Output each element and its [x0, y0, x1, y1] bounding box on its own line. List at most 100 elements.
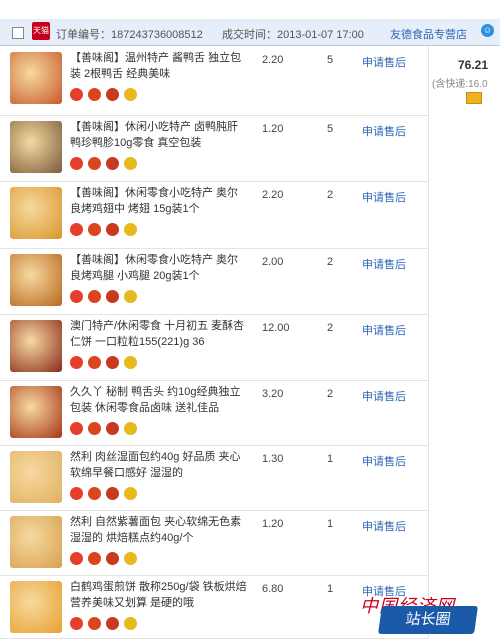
- product-thumbnail[interactable]: [10, 52, 62, 104]
- product-thumbnail[interactable]: [10, 254, 62, 306]
- product-title[interactable]: 久久丫 秘制 鸭舌头 约10g经典独立包装 休闲零食品卤味 送礼佳品: [70, 384, 248, 416]
- bonus-points-icon: [124, 88, 137, 101]
- order-item-row: 【善味阁】温州特产 酱鸭舌 独立包装 2根鸭舌 经典美味 2.20 5 申请售后: [0, 46, 428, 116]
- authentic-icon: [88, 356, 101, 369]
- column-divider: [428, 46, 429, 638]
- guarantee-icon: [70, 487, 83, 500]
- seven-day-return-icon: [106, 552, 119, 565]
- unit-price: 12.00: [262, 322, 290, 334]
- order-header: 天猫 订单编号：187243736008512 成交时间：2013-01-07 …: [0, 19, 500, 46]
- unit-price: 2.20: [262, 54, 284, 66]
- service-badges: [70, 487, 142, 501]
- order-item-row: 【善味阁】休闲小吃特产 卤鸭肫肝鸭珍鸭胗10g零食 真空包装 1.20 5 申请售后: [0, 115, 428, 182]
- order-time: 成交时间：2013-01-07 17:00: [222, 29, 364, 41]
- order-number: 订单编号：187243736008512: [56, 29, 203, 41]
- bonus-points-icon: [124, 290, 137, 303]
- order-item-row: 澳门特产/休闲零食 十月初五 麦酥杏仁饼 一口粒粒155(221)g 36 12.…: [0, 314, 428, 381]
- after-sale-link[interactable]: 申请售后: [362, 256, 406, 272]
- after-sale-link[interactable]: 申请售后: [362, 453, 406, 469]
- product-title[interactable]: 【善味阁】温州特产 酱鸭舌 独立包装 2根鸭舌 经典美味: [70, 50, 248, 82]
- authentic-icon: [88, 422, 101, 435]
- product-title[interactable]: 【善味阁】休闲小吃特产 卤鸭肫肝鸭珍鸭胗10g零食 真空包装: [70, 119, 248, 151]
- bonus-points-icon: [124, 356, 137, 369]
- product-thumbnail[interactable]: [10, 581, 62, 633]
- guarantee-icon: [70, 422, 83, 435]
- service-badges: [70, 157, 142, 171]
- product-title[interactable]: 白鹤鸡蛋煎饼 散称250g/袋 铁板烘焙 营养美味又划算 是硬的哦: [70, 579, 248, 611]
- seven-day-return-icon: [106, 290, 119, 303]
- service-badges: [70, 422, 142, 436]
- product-title[interactable]: 然利 自然紫薯面包 夹心软绵无色素 湿湿的 烘焙糕点约40g/个: [70, 514, 248, 546]
- product-title[interactable]: 澳门特产/休闲零食 十月初五 麦酥杏仁饼 一口粒粒155(221)g 36: [70, 318, 248, 350]
- product-thumbnail[interactable]: [10, 386, 62, 438]
- quantity: 2: [327, 322, 334, 334]
- quantity: 1: [327, 518, 334, 530]
- service-badges: [70, 223, 142, 237]
- unit-price: 3.20: [262, 388, 284, 400]
- authentic-icon: [88, 290, 101, 303]
- seven-day-return-icon: [106, 487, 119, 500]
- service-badges: [70, 617, 142, 631]
- unit-price: 6.80: [262, 583, 284, 595]
- product-thumbnail[interactable]: [10, 320, 62, 372]
- shipping-note: (含快递:16.0: [432, 79, 488, 90]
- quantity: 1: [327, 583, 334, 595]
- order-total: 76.21: [458, 58, 489, 72]
- quantity: 2: [327, 189, 334, 201]
- after-sale-link[interactable]: 申请售后: [362, 322, 406, 338]
- seven-day-return-icon: [106, 157, 119, 170]
- bonus-points-icon: [124, 487, 137, 500]
- wangwang-icon[interactable]: ☺: [481, 24, 494, 37]
- payment-card-icon: [466, 92, 482, 104]
- seven-day-return-icon: [106, 88, 119, 101]
- product-title[interactable]: 然利 肉丝湿面包约40g 好品质 夹心软绵早餐口感好 湿湿的: [70, 449, 248, 481]
- unit-price: 2.00: [262, 256, 284, 268]
- after-sale-link[interactable]: 申请售后: [362, 54, 406, 70]
- service-badges: [70, 356, 142, 370]
- quantity: 2: [327, 388, 334, 400]
- after-sale-link[interactable]: 申请售后: [362, 123, 406, 139]
- authentic-icon: [88, 88, 101, 101]
- unit-price: 2.20: [262, 189, 284, 201]
- product-thumbnail[interactable]: [10, 516, 62, 568]
- unit-price: 1.30: [262, 453, 284, 465]
- guarantee-icon: [70, 157, 83, 170]
- order-item-row: 【善味阁】休闲零食小吃特产 奥尔良烤鸡翅中 烤翅 15g装1个 2.20 2 申请售后: [0, 181, 428, 249]
- seven-day-return-icon: [106, 422, 119, 435]
- order-checkbox[interactable]: [12, 27, 24, 39]
- unit-price: 1.20: [262, 123, 284, 135]
- product-thumbnail[interactable]: [10, 451, 62, 503]
- authentic-icon: [88, 223, 101, 236]
- product-thumbnail[interactable]: [10, 187, 62, 239]
- seven-day-return-icon: [106, 223, 119, 236]
- authentic-icon: [88, 552, 101, 565]
- bonus-points-icon: [124, 223, 137, 236]
- guarantee-icon: [70, 223, 83, 236]
- after-sale-link[interactable]: 申请售后: [362, 189, 406, 205]
- authentic-icon: [88, 487, 101, 500]
- order-item-row: 然利 自然紫薯面包 夹心软绵无色素 湿湿的 烘焙糕点约40g/个 1.20 1 申请售…: [0, 510, 428, 576]
- product-thumbnail[interactable]: [10, 121, 62, 173]
- service-badges: [70, 88, 142, 102]
- product-title[interactable]: 【善味阁】休闲零食小吃特产 奥尔良烤鸡翅中 烤翅 15g装1个: [70, 185, 248, 217]
- after-sale-link[interactable]: 申请售后: [362, 518, 406, 534]
- service-badges: [70, 290, 142, 304]
- bonus-points-icon: [124, 422, 137, 435]
- service-badges: [70, 552, 142, 566]
- product-title[interactable]: 【善味阁】休闲零食小吃特产 奥尔良烤鸡腿 小鸡腿 20g装1个: [70, 252, 248, 284]
- order-item-row: 【善味阁】休闲零食小吃特产 奥尔良烤鸡腿 小鸡腿 20g装1个 2.00 2 申请售后: [0, 248, 428, 315]
- after-sale-link[interactable]: 申请售后: [362, 388, 406, 404]
- order-item-row: 然利 肉丝湿面包约40g 好品质 夹心软绵早餐口感好 湿湿的 1.30 1 申请售后: [0, 445, 428, 511]
- guarantee-icon: [70, 290, 83, 303]
- unit-price: 1.20: [262, 518, 284, 530]
- guarantee-icon: [70, 552, 83, 565]
- seven-day-return-icon: [106, 617, 119, 630]
- quantity: 5: [327, 54, 334, 66]
- bonus-points-icon: [124, 617, 137, 630]
- authentic-icon: [88, 157, 101, 170]
- quantity: 2: [327, 256, 334, 268]
- bonus-points-icon: [124, 157, 137, 170]
- order-item-row: 久久丫 秘制 鸭舌头 约10g经典独立包装 休闲零食品卤味 送礼佳品 3.20 2 申…: [0, 380, 428, 446]
- shop-link[interactable]: 友德食品专营店: [390, 26, 467, 42]
- quantity: 1: [327, 453, 334, 465]
